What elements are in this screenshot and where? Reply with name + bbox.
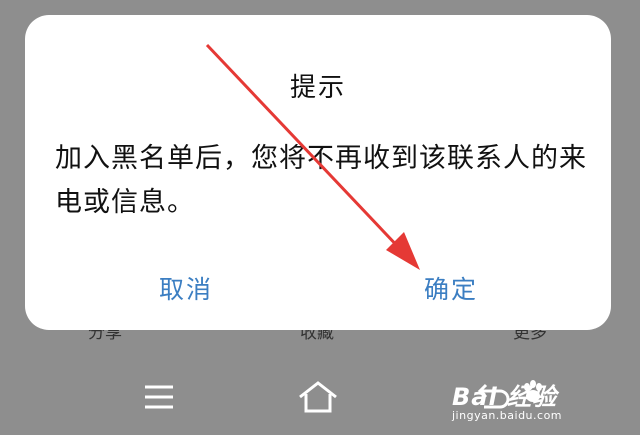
baidu-jingyan-watermark: Bai 经验 jingyan.baidu.com	[452, 377, 622, 427]
confirm-button[interactable]: 确定	[376, 270, 526, 310]
menu-icon[interactable]	[137, 377, 181, 417]
watermark-url: jingyan.baidu.com	[452, 409, 563, 422]
blacklist-confirm-dialog: 提示 加入黑名单后，您将不再收到该联系人的来电或信息。 取消 确定	[25, 15, 611, 330]
dialog-title: 提示	[289, 73, 346, 103]
cancel-button[interactable]: 取消	[111, 270, 261, 310]
paw-icon	[524, 380, 542, 402]
dialog-message: 加入黑名单后，您将不再收到该联系人的来电或信息。	[55, 143, 587, 218]
home-icon[interactable]	[296, 377, 340, 417]
